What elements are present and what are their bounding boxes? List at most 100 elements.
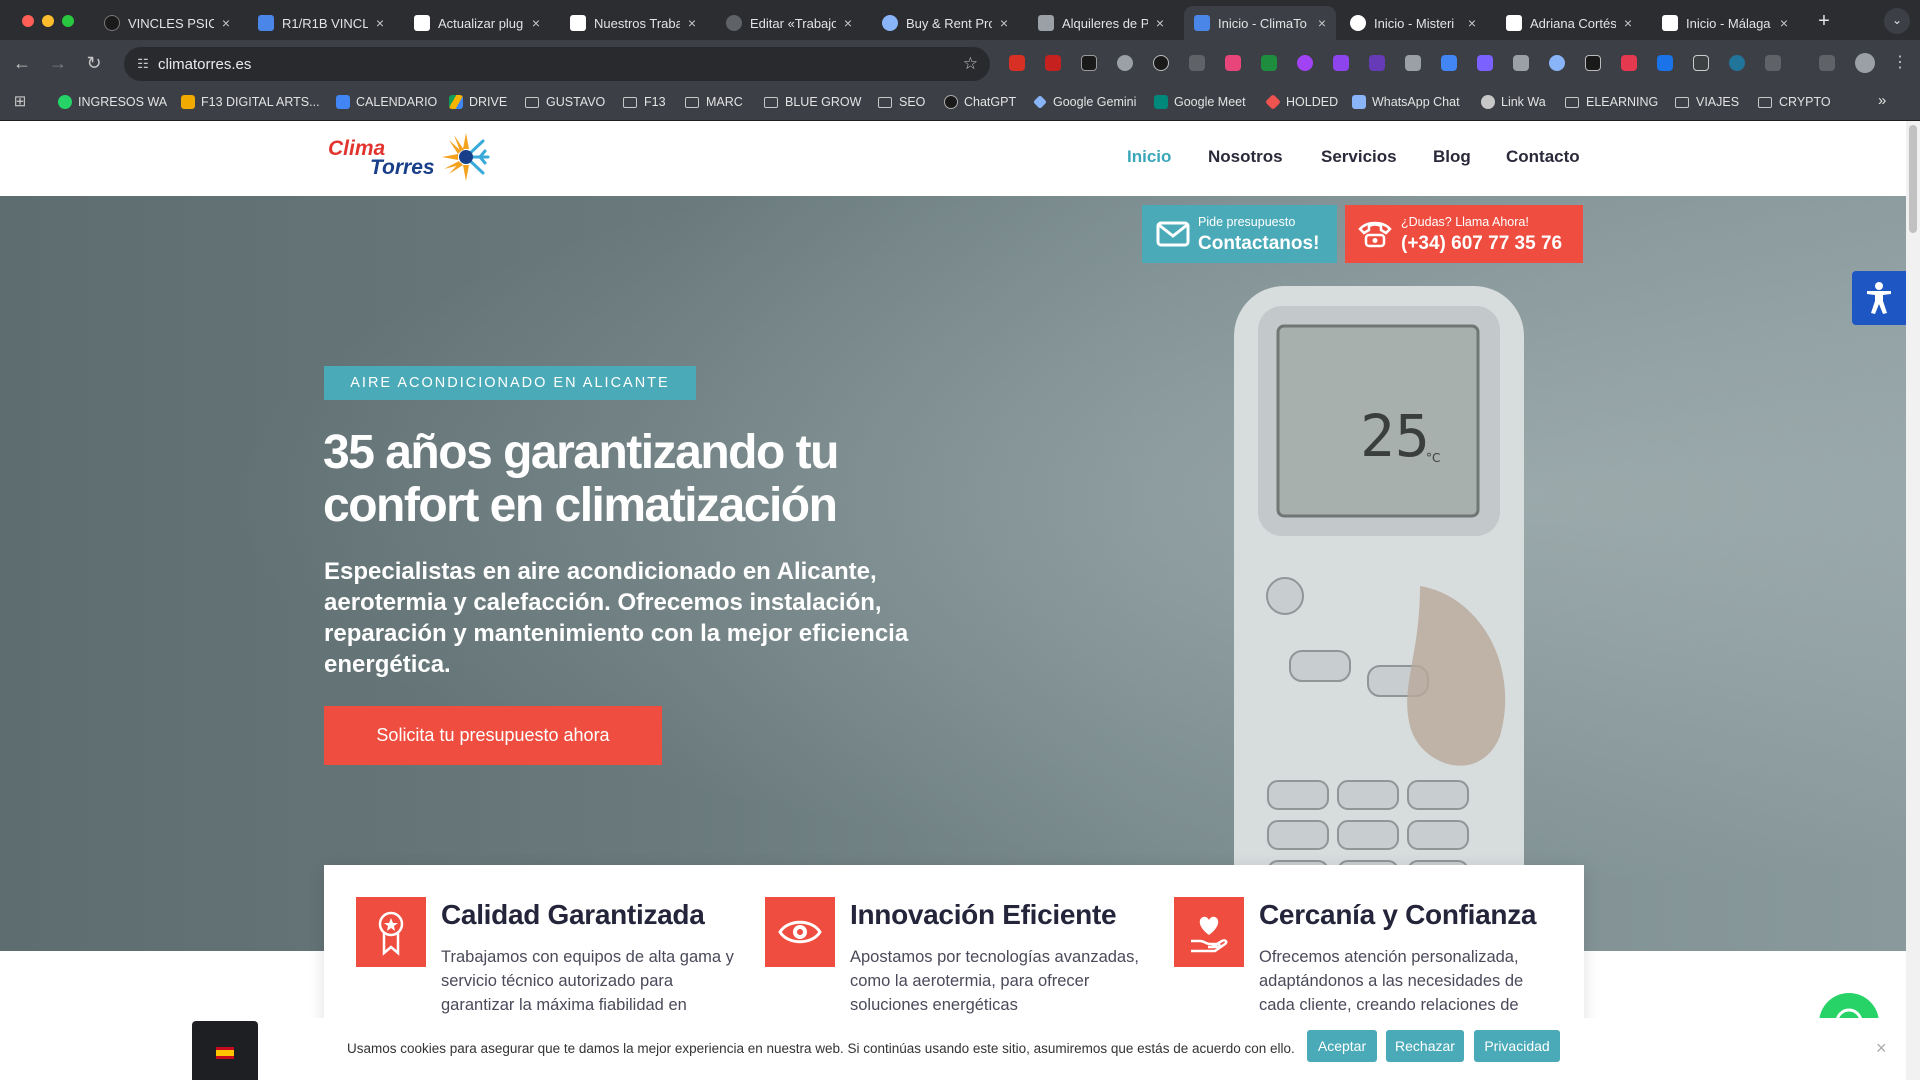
bookmark-star-icon[interactable]: ☆ [963,54,978,74]
bookmark-item[interactable]: INGRESOS WA [58,95,167,109]
extension-icon[interactable] [1369,55,1385,71]
extension-icon[interactable] [1153,55,1169,71]
close-tab-icon[interactable]: × [1000,15,1008,31]
bookmark-item[interactable]: Link Wa [1481,95,1546,109]
minimize-window-button[interactable] [42,15,54,27]
close-window-button[interactable] [22,15,34,27]
apps-grid-icon[interactable]: ⊞ [8,90,32,114]
nav-nosotros[interactable]: Nosotros [1208,147,1283,167]
hero-quote-button[interactable]: Solicita tu presupuesto ahora [324,706,662,765]
bookmark-folder[interactable]: MARC [685,95,743,109]
site-logo[interactable]: Clima Torres [328,131,492,187]
back-arrow-icon[interactable]: ← [10,51,34,75]
bookmark-folder[interactable]: F13 [623,95,666,109]
quote-cta-button[interactable]: Pide presupuesto Contactanos! [1142,205,1337,263]
bookmark-favicon-icon [1481,95,1495,109]
extension-icon[interactable] [1549,55,1565,71]
extension-icon[interactable] [1729,55,1745,71]
profile-avatar[interactable] [1855,53,1875,73]
cookie-accept-button[interactable]: Aceptar [1307,1030,1377,1062]
reload-icon[interactable]: ↻ [82,51,106,75]
browser-tab[interactable]: Alquileres de P × [1028,6,1174,40]
extension-icon[interactable] [1513,55,1529,71]
close-tab-icon[interactable]: × [376,15,384,31]
page-scrollbar[interactable] [1906,121,1920,1080]
cookie-reject-button[interactable]: Rechazar [1386,1030,1464,1062]
close-tab-icon[interactable]: × [1468,15,1476,31]
close-tab-icon[interactable]: × [532,15,540,31]
browser-tab[interactable]: Nuestros Traba × [560,6,706,40]
browser-tab[interactable]: Buy & Rent Pro × [872,6,1018,40]
close-tab-icon[interactable]: × [222,15,230,31]
browser-tab[interactable]: Inicio - Misteri × [1340,6,1486,40]
bookmark-folder[interactable]: VIAJES [1675,95,1739,109]
address-bar[interactable]: ☷ climatorres.es ☆ [124,47,990,81]
nav-servicios[interactable]: Servicios [1321,147,1397,167]
nav-blog[interactable]: Blog [1433,147,1471,167]
bookmarks-overflow-button[interactable]: » [1878,92,1886,109]
language-switcher[interactable] [192,1021,258,1080]
bookmark-item[interactable]: ChatGPT [944,95,1016,109]
close-tab-icon[interactable]: × [1156,15,1164,31]
call-cta-button[interactable]: ¿Dudas? Llama Ahora! (+34) 607 77 35 76 [1345,205,1583,263]
extension-icon[interactable] [1261,55,1277,71]
extension-icon[interactable] [1441,55,1457,71]
forward-arrow-icon[interactable]: → [46,51,70,75]
close-icon[interactable]: × [1876,1038,1887,1059]
bookmark-folder[interactable]: GUSTAVO [525,95,605,109]
bookmark-label: Google Gemini [1053,95,1137,109]
close-tab-icon[interactable]: × [688,15,696,31]
bookmark-item[interactable]: HOLDED [1265,94,1338,110]
bookmark-item[interactable]: DRIVE [449,95,507,109]
extension-icon[interactable] [1045,55,1061,71]
address-url[interactable]: climatorres.es [158,56,251,73]
bookmark-item[interactable]: F13 DIGITAL ARTS... [181,95,320,109]
extension-icon[interactable] [1081,55,1097,71]
close-tab-icon[interactable]: × [1780,15,1788,31]
bookmark-item[interactable]: WhatsApp Chat [1352,95,1460,109]
bookmark-folder[interactable]: SEO [878,95,925,109]
accessibility-button[interactable] [1852,271,1906,325]
nav-inicio[interactable]: Inicio [1127,147,1171,167]
extension-icon[interactable] [1477,55,1493,71]
browser-tab[interactable]: Actualizar plug × [404,6,550,40]
browser-tab-active[interactable]: Inicio - ClimaTo × [1184,6,1336,40]
extension-icon[interactable] [1009,55,1025,71]
new-tab-button[interactable]: + [1810,8,1838,36]
browser-tab[interactable]: Editar «Trabajo × [716,6,862,40]
extension-icon[interactable] [1333,55,1349,71]
extension-icon[interactable] [1621,55,1637,71]
maximize-window-button[interactable] [62,15,74,27]
download-icon[interactable] [1819,55,1835,71]
browser-menu-icon[interactable]: ⋮ [1888,51,1912,75]
bookmark-folder[interactable]: BLUE GROW [764,95,861,109]
close-tab-icon[interactable]: × [844,15,852,31]
browser-tab[interactable]: R1/R1B VINCLE × [248,6,394,40]
site-settings-icon[interactable]: ☷ [134,55,152,73]
extension-icon[interactable] [1297,55,1313,71]
site-header: Clima Torres Inicio Nosotros Servicios B… [0,121,1906,196]
bookmark-folder[interactable]: CRYPTO [1758,95,1831,109]
extension-icon[interactable] [1693,55,1709,71]
browser-tab[interactable]: VINCLES PSICO × [94,6,240,40]
extension-icon[interactable] [1405,55,1421,71]
close-tab-icon[interactable]: × [1624,15,1632,31]
extensions-puzzle-icon[interactable] [1765,55,1781,71]
browser-tab[interactable]: Inicio - Málaga × [1652,6,1798,40]
extension-icon[interactable] [1117,55,1133,71]
close-tab-icon[interactable]: × [1318,15,1326,31]
bookmark-item[interactable]: CALENDARIO [336,95,437,109]
tab-search-menu-button[interactable]: ⌄ [1884,8,1910,34]
bookmark-folder[interactable]: ELEARNING [1565,95,1658,109]
extension-icon[interactable] [1189,55,1205,71]
tab-favicon-icon [726,15,742,31]
extension-icon[interactable] [1657,55,1673,71]
cookie-privacy-button[interactable]: Privacidad [1474,1030,1560,1062]
bookmark-item[interactable]: Google Meet [1154,95,1246,109]
bookmark-item[interactable]: Google Gemini [1033,95,1136,109]
extension-icon[interactable] [1585,55,1601,71]
scrollbar-thumb[interactable] [1909,125,1917,233]
browser-tab[interactable]: Adriana Cortés × [1496,6,1642,40]
nav-contacto[interactable]: Contacto [1506,147,1580,167]
extension-icon[interactable] [1225,55,1241,71]
